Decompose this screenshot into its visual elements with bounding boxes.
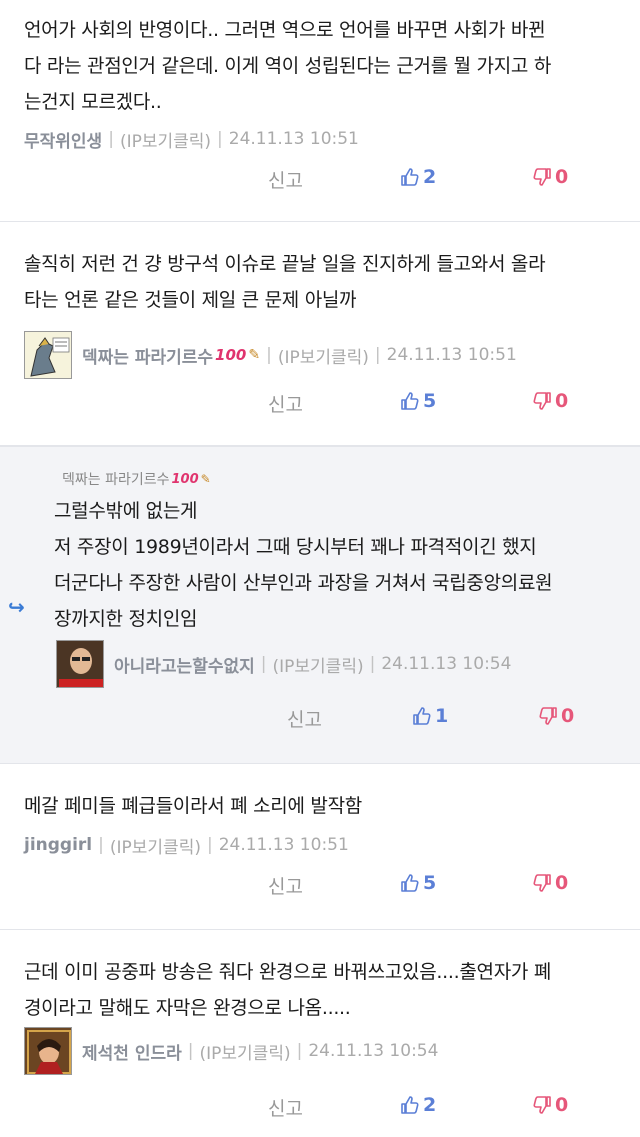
dislike-count: 0 — [555, 1094, 569, 1116]
thumbs-down-icon — [533, 392, 551, 410]
comment-actions: 신고 1 0 — [0, 705, 640, 735]
comment-actions: 신고 5 0 — [0, 872, 640, 902]
comment-actions: 신고 2 0 — [0, 1094, 640, 1124]
divider: | — [374, 345, 381, 365]
comment-text: 솔직히 저런 건 걍 방구석 이슈로 끝날 일을 진지하게 들고와서 올라 타는… — [24, 253, 546, 311]
divider: | — [296, 1041, 303, 1061]
comment-item: 언어가 사회의 반영이다.. 그러면 역으로 언어를 바꾸면 사회가 바뀐 다 … — [0, 0, 640, 222]
avatar-image — [57, 641, 103, 687]
comment-text: 언어가 사회의 반영이다.. 그러면 역으로 언어를 바꾸면 사회가 바뀐 다 … — [24, 19, 551, 113]
author-nickname[interactable]: 제석천 인드라 — [82, 1039, 182, 1064]
avatar[interactable] — [24, 1027, 72, 1075]
insect-icon: ✎ — [200, 472, 211, 486]
ip-view-link[interactable]: (IP보기클릭) — [200, 1039, 291, 1064]
report-button[interactable]: 신고 — [268, 872, 303, 899]
dislike-count: 0 — [555, 166, 569, 188]
reply-target-name: 덱짜는 파라기르수 — [62, 472, 170, 488]
hundred-badge-icon: 100 — [171, 471, 199, 487]
comment-meta: 덱짜는 파라기르수 100 ✎ | (IP보기클릭) | 24.11.13 10… — [24, 330, 517, 380]
dislike-button[interactable]: 0 — [532, 166, 568, 188]
report-button[interactable]: 신고 — [268, 390, 303, 417]
author-nickname[interactable]: jinggirl — [24, 835, 92, 855]
like-count: 5 — [423, 390, 437, 412]
author-nickname[interactable]: 무작위인생 — [24, 127, 102, 152]
avatar[interactable] — [56, 640, 104, 688]
comment-text: 메갈 페미들 폐급들이라서 폐 소리에 발작함 — [24, 795, 362, 817]
hundred-badge-icon: 100 — [215, 346, 247, 364]
thumbs-up-icon — [401, 1096, 419, 1114]
comment-item: 메갈 페미들 폐급들이라서 폐 소리에 발작함 jinggirl | (IP보기… — [0, 764, 640, 930]
comment-meta: 무작위인생 | (IP보기클릭) | 24.11.13 10:51 — [24, 124, 359, 154]
avatar-image — [25, 332, 71, 378]
comment-text: 근데 이미 공중파 방송은 줘다 완경으로 바꿔쓰고있음....출연자가 폐 경… — [24, 961, 551, 1019]
divider: | — [187, 1041, 194, 1061]
like-button[interactable]: 5 — [400, 872, 436, 894]
ip-view-link[interactable]: (IP보기클릭) — [278, 343, 369, 368]
comment-timestamp: 24.11.13 10:54 — [308, 1041, 439, 1061]
reply-target-nickname[interactable]: 덱짜는 파라기르수 100 ✎ — [62, 469, 211, 489]
comment-item: 솔직히 저런 건 걍 방구석 이슈로 끝날 일을 진지하게 들고와서 올라 타는… — [0, 222, 640, 446]
comment-actions: 신고 2 0 — [0, 166, 640, 196]
thumbs-up-icon — [413, 707, 431, 725]
reply-arrow-icon: ↪ — [8, 595, 25, 619]
thumbs-up-icon — [401, 874, 419, 892]
report-button[interactable]: 신고 — [287, 705, 322, 732]
avatar[interactable] — [24, 331, 72, 379]
comment-meta: 아니라고는할수없지 | (IP보기클릭) | 24.11.13 10:54 — [56, 639, 511, 689]
divider: | — [260, 654, 267, 674]
like-count: 2 — [423, 1094, 437, 1116]
comment-timestamp: 24.11.13 10:54 — [381, 654, 512, 674]
dislike-button[interactable]: 0 — [532, 390, 568, 412]
like-button[interactable]: 5 — [400, 390, 436, 412]
like-button[interactable]: 1 — [412, 705, 448, 727]
author-nickname[interactable]: 아니라고는할수없지 — [114, 652, 255, 677]
avatar-image — [25, 1028, 71, 1074]
dislike-count: 0 — [561, 705, 575, 727]
comment-item: 근데 이미 공중파 방송은 줘다 완경으로 바꿔쓰고있음....출연자가 폐 경… — [0, 930, 640, 1137]
thumbs-up-icon — [401, 168, 419, 186]
insect-icon: ✎ — [248, 347, 261, 363]
dislike-button[interactable]: 0 — [532, 1094, 568, 1116]
thumbs-down-icon — [539, 707, 557, 725]
like-button[interactable]: 2 — [400, 1094, 436, 1116]
like-button[interactable]: 2 — [400, 166, 436, 188]
thumbs-down-icon — [533, 874, 551, 892]
dislike-button[interactable]: 0 — [538, 705, 574, 727]
like-count: 1 — [435, 705, 449, 727]
divider: | — [266, 345, 272, 365]
like-count: 5 — [423, 872, 437, 894]
comment-timestamp: 24.11.13 10:51 — [228, 129, 359, 149]
ip-view-link[interactable]: (IP보기클릭) — [110, 833, 201, 858]
like-count: 2 — [423, 166, 437, 188]
divider: | — [217, 129, 223, 149]
comment-meta: jinggirl | (IP보기클릭) | 24.11.13 10:51 — [24, 830, 349, 860]
ip-view-link[interactable]: (IP보기클릭) — [273, 652, 364, 677]
divider: | — [206, 835, 213, 855]
divider: | — [369, 654, 376, 674]
comment-actions: 신고 5 0 — [0, 390, 640, 420]
thumbs-up-icon — [401, 392, 419, 410]
dislike-button[interactable]: 0 — [532, 872, 568, 894]
comment-timestamp: 24.11.13 10:51 — [218, 835, 349, 855]
comment-meta: 제석천 인드라 | (IP보기클릭) | 24.11.13 10:54 — [24, 1026, 438, 1076]
report-button[interactable]: 신고 — [268, 166, 303, 193]
divider: | — [98, 835, 104, 855]
reply-comment-item: 덱짜는 파라기르수 100 ✎ ↪ 그럴수밖에 없는게 저 주장이 1989년이… — [0, 446, 640, 764]
ip-view-link[interactable]: (IP보기클릭) — [120, 127, 211, 152]
thumbs-down-icon — [533, 168, 551, 186]
comment-text: 그럴수밖에 없는게 저 주장이 1989년이라서 그때 당시부터 꽤나 파격적이… — [54, 500, 553, 630]
comment-timestamp: 24.11.13 10:51 — [386, 345, 517, 365]
dislike-count: 0 — [555, 390, 569, 412]
divider: | — [108, 129, 114, 149]
author-nickname[interactable]: 덱짜는 파라기르수 — [82, 343, 213, 368]
thumbs-down-icon — [533, 1096, 551, 1114]
report-button[interactable]: 신고 — [268, 1094, 303, 1121]
dislike-count: 0 — [555, 872, 569, 894]
